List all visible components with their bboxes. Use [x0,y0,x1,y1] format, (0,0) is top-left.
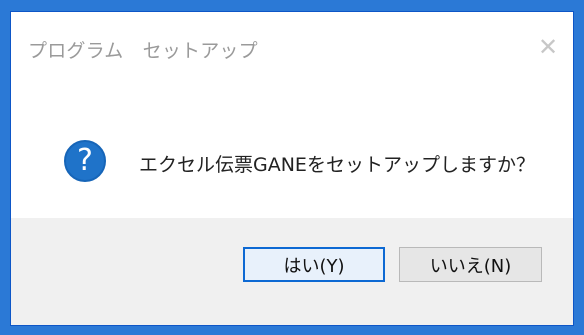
dialog-content: ? エクセル伝票GANEをセットアップしますか？ [11,80,573,220]
dialog-title: プログラム セットアップ [28,40,258,62]
dialog-button-bar: はい(Y) いいえ(N) [11,218,573,325]
no-button[interactable]: いいえ(N) [399,247,542,282]
question-icon: ? [64,140,106,182]
setup-dialog: プログラム セットアップ ✕ ? エクセル伝票GANEをセットアップしますか？ … [10,11,574,326]
desktop-top-edge [0,0,584,11]
desktop-right-edge [574,0,584,335]
yes-button[interactable]: はい(Y) [243,247,385,282]
dialog-titlebar: プログラム セットアップ ✕ [11,12,573,80]
desktop-left-edge [0,0,10,335]
close-icon: ✕ [537,33,559,61]
desktop-bottom-edge [0,326,584,335]
desktop-screen: プログラム セットアップ ✕ ? エクセル伝票GANEをセットアップしますか？ … [0,0,584,335]
dialog-message: エクセル伝票GANEをセットアップしますか？ [139,154,535,176]
question-mark-glyph: ? [77,143,93,178]
close-button[interactable]: ✕ [533,32,563,62]
